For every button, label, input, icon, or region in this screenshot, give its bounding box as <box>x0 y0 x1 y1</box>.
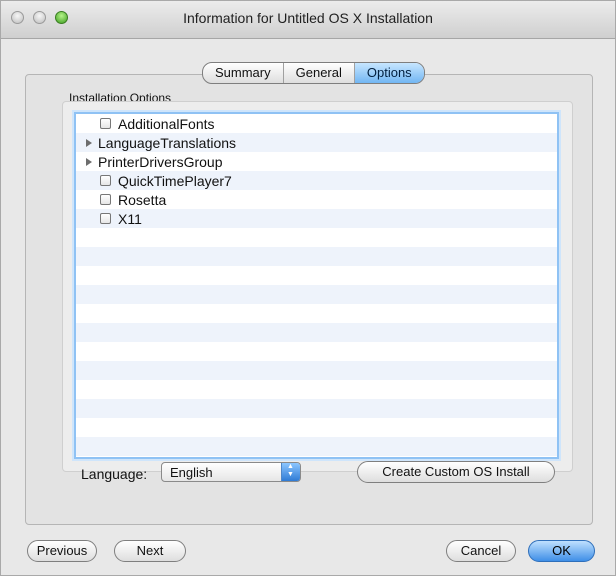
previous-button[interactable]: Previous <box>27 540 97 562</box>
list-item[interactable]: QuickTimePlayer7 <box>76 171 557 190</box>
ok-button[interactable]: OK <box>528 540 595 562</box>
create-custom-os-install-button[interactable]: Create Custom OS Install <box>357 461 555 483</box>
disclosure-triangle-icon[interactable] <box>86 157 92 166</box>
list-item[interactable]: AdditionalFonts <box>76 114 557 133</box>
empty-row <box>76 361 557 380</box>
tab-bar: Summary General Options <box>202 62 425 84</box>
checkbox[interactable] <box>100 175 111 186</box>
list-item-label: PrinterDriversGroup <box>98 153 223 170</box>
tab-summary[interactable]: Summary <box>203 63 284 83</box>
language-select[interactable]: English <box>161 462 301 482</box>
checkbox[interactable] <box>100 118 111 129</box>
disclosure-triangle-icon[interactable] <box>86 138 92 147</box>
empty-row <box>76 437 557 456</box>
empty-row <box>76 399 557 418</box>
language-label: Language: <box>81 466 148 482</box>
empty-row <box>76 304 557 323</box>
select-arrows-icon[interactable] <box>281 463 300 481</box>
list-item[interactable]: LanguageTranslations <box>76 133 557 152</box>
next-button[interactable]: Next <box>114 540 186 562</box>
checkbox[interactable] <box>100 194 111 205</box>
empty-row <box>76 266 557 285</box>
cancel-button[interactable]: Cancel <box>446 540 516 562</box>
list-item-label: QuickTimePlayer7 <box>118 172 232 189</box>
installer-window: Information for Untitled OS X Installati… <box>0 0 616 576</box>
options-list[interactable]: AdditionalFonts LanguageTranslations Pri… <box>74 112 559 459</box>
empty-row <box>76 228 557 247</box>
empty-row <box>76 285 557 304</box>
list-item[interactable]: PrinterDriversGroup <box>76 152 557 171</box>
empty-row <box>76 323 557 342</box>
language-value: English <box>170 465 213 480</box>
list-item-label: AdditionalFonts <box>118 115 215 132</box>
list-item[interactable]: X11 <box>76 209 557 228</box>
title-bar: Information for Untitled OS X Installati… <box>1 1 615 39</box>
list-item-label: X11 <box>118 210 142 227</box>
empty-row <box>76 342 557 361</box>
list-item-label: Rosetta <box>118 191 167 208</box>
empty-row <box>76 380 557 399</box>
list-item[interactable]: Rosetta <box>76 190 557 209</box>
tab-options[interactable]: Options <box>354 63 424 83</box>
empty-row <box>76 418 557 437</box>
empty-row <box>76 247 557 266</box>
tab-general[interactable]: General <box>284 63 355 83</box>
checkbox[interactable] <box>100 213 111 224</box>
list-item-label: LanguageTranslations <box>98 134 237 151</box>
window-title: Information for Untitled OS X Installati… <box>183 10 433 26</box>
